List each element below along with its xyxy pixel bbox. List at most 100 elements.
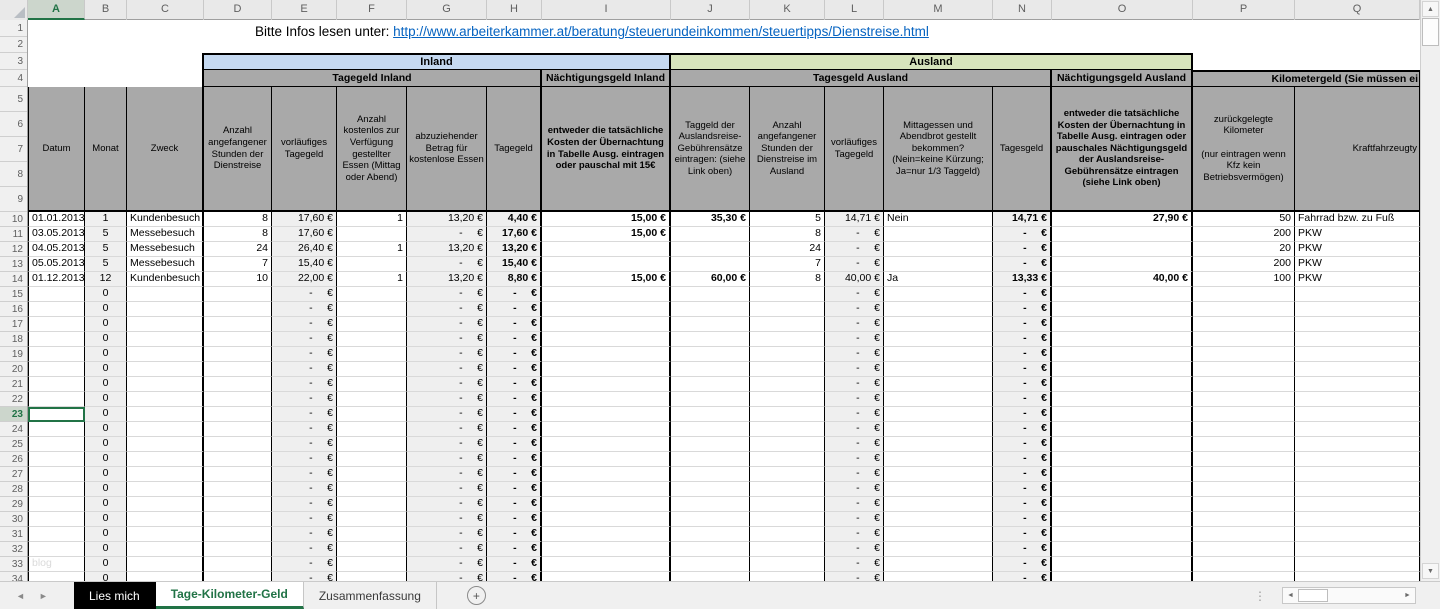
col-desc-M[interactable]: Mittagessen und Abendbrot gestellt bekom… <box>884 87 993 212</box>
column-header-G[interactable]: G <box>407 0 487 20</box>
cell-H18[interactable]: - € <box>487 332 542 347</box>
row-header-3[interactable]: 3 <box>0 53 27 70</box>
row-header-4[interactable]: 4 <box>0 70 27 87</box>
cell-I28[interactable] <box>542 482 671 497</box>
cell-D17[interactable] <box>204 317 272 332</box>
cell-M14[interactable]: Ja <box>884 272 993 287</box>
cell-A32[interactable] <box>28 542 85 557</box>
cell-N22[interactable]: - € <box>993 392 1052 407</box>
cell-P18[interactable] <box>1193 332 1295 347</box>
cell-H33[interactable]: - € <box>487 557 542 572</box>
cell-D23[interactable] <box>204 407 272 422</box>
cell-J26[interactable] <box>671 452 750 467</box>
cell-D14[interactable]: 10 <box>204 272 272 287</box>
column-header-B[interactable]: B <box>85 0 127 20</box>
col-desc-N[interactable]: Tagesgeld <box>993 87 1052 212</box>
cell-M34[interactable] <box>884 572 993 581</box>
cell-C21[interactable] <box>127 377 204 392</box>
cell-C29[interactable] <box>127 497 204 512</box>
column-header-D[interactable]: D <box>204 0 272 20</box>
cell-N25[interactable]: - € <box>993 437 1052 452</box>
cell-L34[interactable]: - € <box>825 572 884 581</box>
cell-J12[interactable] <box>671 242 750 257</box>
row-header-9[interactable]: 9 <box>0 187 27 212</box>
cell-G21[interactable]: - € <box>407 377 487 392</box>
cell-B33[interactable]: 0 <box>85 557 127 572</box>
cell-I26[interactable] <box>542 452 671 467</box>
hscroll-right-icon[interactable]: ► <box>1400 592 1415 599</box>
cell-F21[interactable] <box>337 377 407 392</box>
cell-L12[interactable]: - € <box>825 242 884 257</box>
cell-P28[interactable] <box>1193 482 1295 497</box>
cell-F24[interactable] <box>337 422 407 437</box>
cell-J18[interactable] <box>671 332 750 347</box>
cell-D25[interactable] <box>204 437 272 452</box>
cell-L18[interactable]: - € <box>825 332 884 347</box>
cell-K22[interactable] <box>750 392 825 407</box>
row-header-28[interactable]: 28 <box>0 482 27 497</box>
cell-F20[interactable] <box>337 362 407 377</box>
cell-G28[interactable]: - € <box>407 482 487 497</box>
cell-P23[interactable] <box>1193 407 1295 422</box>
cell-C31[interactable] <box>127 527 204 542</box>
cell-L31[interactable]: - € <box>825 527 884 542</box>
cell-J16[interactable] <box>671 302 750 317</box>
cell-O11[interactable] <box>1052 227 1193 242</box>
cell-K29[interactable] <box>750 497 825 512</box>
cell-O25[interactable] <box>1052 437 1193 452</box>
cell-D13[interactable]: 7 <box>204 257 272 272</box>
cell-A31[interactable] <box>28 527 85 542</box>
cell-O22[interactable] <box>1052 392 1193 407</box>
cell-M22[interactable] <box>884 392 993 407</box>
cell-M21[interactable] <box>884 377 993 392</box>
cell-B13[interactable]: 5 <box>85 257 127 272</box>
cell-B26[interactable]: 0 <box>85 452 127 467</box>
row-header-18[interactable]: 18 <box>0 332 27 347</box>
cell-H30[interactable]: - € <box>487 512 542 527</box>
cell-K34[interactable] <box>750 572 825 581</box>
cell-O26[interactable] <box>1052 452 1193 467</box>
tab-scroll-right-icon[interactable]: ► <box>39 591 48 601</box>
cell-A27[interactable] <box>28 467 85 482</box>
cell-G23[interactable]: - € <box>407 407 487 422</box>
row-header-14[interactable]: 14 <box>0 272 27 287</box>
cell-C19[interactable] <box>127 347 204 362</box>
row-header-23[interactable]: 23 <box>0 407 27 422</box>
cell-Q32[interactable] <box>1295 542 1420 557</box>
cell-C27[interactable] <box>127 467 204 482</box>
cell-F28[interactable] <box>337 482 407 497</box>
cell-P32[interactable] <box>1193 542 1295 557</box>
row-header-31[interactable]: 31 <box>0 527 27 542</box>
cell-H34[interactable]: - € <box>487 572 542 581</box>
cell-I31[interactable] <box>542 527 671 542</box>
row-header-22[interactable]: 22 <box>0 392 27 407</box>
column-header-Q[interactable]: Q <box>1295 0 1420 20</box>
cell-B30[interactable]: 0 <box>85 512 127 527</box>
cell-E30[interactable]: - € <box>272 512 337 527</box>
cell-A25[interactable] <box>28 437 85 452</box>
row-header-34[interactable]: 34 <box>0 572 27 581</box>
cell-B19[interactable]: 0 <box>85 347 127 362</box>
cell-B24[interactable]: 0 <box>85 422 127 437</box>
cell-Q18[interactable] <box>1295 332 1420 347</box>
row-header-11[interactable]: 11 <box>0 227 27 242</box>
cell-M31[interactable] <box>884 527 993 542</box>
cell-H32[interactable]: - € <box>487 542 542 557</box>
info-link[interactable]: http://www.arbeiterkammer.at/beratung/st… <box>393 24 929 39</box>
cell-N13[interactable]: - € <box>993 257 1052 272</box>
cell-F11[interactable] <box>337 227 407 242</box>
cell-M30[interactable] <box>884 512 993 527</box>
row-header-26[interactable]: 26 <box>0 452 27 467</box>
cell-C22[interactable] <box>127 392 204 407</box>
cell-M12[interactable] <box>884 242 993 257</box>
cell-C16[interactable] <box>127 302 204 317</box>
cell-O31[interactable] <box>1052 527 1193 542</box>
cell-I10[interactable]: 15,00 € <box>542 212 671 227</box>
cell-F18[interactable] <box>337 332 407 347</box>
cell-Q25[interactable] <box>1295 437 1420 452</box>
cell-E26[interactable]: - € <box>272 452 337 467</box>
cell-E28[interactable]: - € <box>272 482 337 497</box>
cell-G12[interactable]: 13,20 € <box>407 242 487 257</box>
cell-K13[interactable]: 7 <box>750 257 825 272</box>
cell-L32[interactable]: - € <box>825 542 884 557</box>
